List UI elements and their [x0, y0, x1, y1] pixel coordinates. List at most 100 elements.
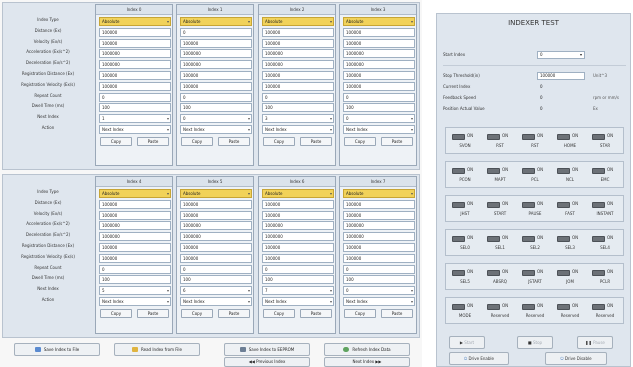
- copy-button[interactable]: Copy: [344, 308, 376, 318]
- registration-velocity-input[interactable]: 100000: [343, 253, 415, 263]
- deceleration-input[interactable]: 1000000: [343, 232, 415, 242]
- next-index-select[interactable]: 6 ▾: [180, 286, 252, 296]
- start-button[interactable]: ▶ Start: [449, 336, 485, 349]
- action-select[interactable]: Next Index ▾: [180, 297, 252, 306]
- acceleration-input[interactable]: 1000000: [99, 221, 171, 231]
- dwell-time-input[interactable]: 100: [343, 275, 415, 285]
- registration-distance-input[interactable]: 100000: [180, 243, 252, 252]
- index-type-select[interactable]: Absolute ▾: [180, 189, 252, 198]
- action-select[interactable]: Next Index ▾: [99, 297, 171, 306]
- repeat-count-input[interactable]: 0: [262, 92, 334, 102]
- pause-button[interactable]: ❚❚ Pause: [577, 336, 613, 349]
- save-index-to-eeprom-button[interactable]: Save Index to EEPROM: [224, 343, 310, 356]
- velocity-input[interactable]: 100000: [180, 210, 252, 220]
- repeat-count-input[interactable]: 0: [99, 264, 171, 274]
- deceleration-input[interactable]: 1000000: [262, 232, 334, 242]
- paste-button[interactable]: Paste: [381, 136, 413, 146]
- read-index-from-file-button[interactable]: Read Index from File: [114, 343, 200, 356]
- dwell-time-input[interactable]: 100: [99, 103, 171, 113]
- next-index-select[interactable]: 0 ▾: [343, 286, 415, 296]
- registration-velocity-input[interactable]: 100000: [262, 253, 334, 263]
- distance-input[interactable]: 100000: [99, 27, 171, 37]
- index-type-select[interactable]: Absolute ▾: [262, 17, 334, 26]
- paste-button[interactable]: Paste: [218, 308, 250, 318]
- next-index-select[interactable]: 5 ▾: [99, 286, 171, 296]
- deceleration-input[interactable]: 1000000: [262, 60, 334, 70]
- deceleration-input[interactable]: 1000000: [99, 232, 171, 242]
- action-select[interactable]: Next Index ▾: [343, 125, 415, 134]
- index-type-select[interactable]: Absolute ▾: [99, 17, 171, 26]
- deceleration-input[interactable]: 1000000: [99, 60, 171, 70]
- index-type-select[interactable]: Absolute ▾: [343, 17, 415, 26]
- repeat-count-input[interactable]: 0: [99, 92, 171, 102]
- acceleration-input[interactable]: 1000000: [262, 49, 334, 59]
- next-index-select[interactable]: 1 ▾: [99, 114, 171, 124]
- index-type-select[interactable]: Absolute ▾: [343, 189, 415, 198]
- index-type-select[interactable]: Absolute ▾: [262, 189, 334, 198]
- dwell-time-input[interactable]: 100: [180, 275, 252, 285]
- registration-distance-input[interactable]: 100000: [180, 71, 252, 80]
- acceleration-input[interactable]: 1000000: [343, 221, 415, 231]
- distance-input[interactable]: 0: [180, 27, 252, 37]
- paste-button[interactable]: Paste: [381, 308, 413, 318]
- next-index-select[interactable]: 7 ▾: [262, 286, 334, 296]
- dwell-time-input[interactable]: 100: [180, 103, 252, 113]
- next-index-select[interactable]: 0 ▾: [343, 114, 415, 124]
- registration-velocity-input[interactable]: 100000: [180, 81, 252, 91]
- deceleration-input[interactable]: 1000000: [180, 60, 252, 70]
- registration-velocity-input[interactable]: 100000: [262, 81, 334, 91]
- action-select[interactable]: Next Index ▾: [99, 125, 171, 134]
- action-select[interactable]: Next Index ▾: [343, 297, 415, 306]
- registration-velocity-input[interactable]: 100000: [99, 81, 171, 91]
- paste-button[interactable]: Paste: [137, 136, 169, 146]
- previous-index-button[interactable]: ◀◀ Previous Index: [224, 357, 310, 367]
- distance-input[interactable]: 100000: [343, 199, 415, 209]
- paste-button[interactable]: Paste: [218, 136, 250, 146]
- repeat-count-input[interactable]: 0: [180, 264, 252, 274]
- deceleration-input[interactable]: 1000000: [180, 232, 252, 242]
- copy-button[interactable]: Copy: [181, 308, 213, 318]
- registration-distance-input[interactable]: 100000: [99, 71, 171, 80]
- repeat-count-input[interactable]: 0: [343, 92, 415, 102]
- distance-input[interactable]: 100000: [262, 199, 334, 209]
- velocity-input[interactable]: 100000: [262, 210, 334, 220]
- paste-button[interactable]: Paste: [300, 308, 332, 318]
- action-select[interactable]: Next Index ▾: [262, 297, 334, 306]
- velocity-input[interactable]: 100000: [343, 210, 415, 220]
- copy-button[interactable]: Copy: [263, 308, 295, 318]
- index-type-select[interactable]: Absolute ▾: [180, 17, 252, 26]
- save-index-to-file-button[interactable]: Save Index to File: [14, 343, 100, 356]
- acceleration-input[interactable]: 1000000: [180, 49, 252, 59]
- acceleration-input[interactable]: 1000000: [99, 49, 171, 59]
- registration-distance-input[interactable]: 100000: [262, 243, 334, 252]
- registration-velocity-input[interactable]: 100000: [180, 253, 252, 263]
- action-select[interactable]: Next Index ▾: [262, 125, 334, 134]
- paste-button[interactable]: Paste: [137, 308, 169, 318]
- repeat-count-input[interactable]: 0: [262, 264, 334, 274]
- drive-disable-button[interactable]: ⏻ Drive Disable: [545, 352, 607, 365]
- next-index-button[interactable]: Next Index ▶▶: [324, 357, 410, 367]
- acceleration-input[interactable]: 1000000: [343, 49, 415, 59]
- copy-button[interactable]: Copy: [344, 136, 376, 146]
- registration-distance-input[interactable]: 100000: [343, 243, 415, 252]
- deceleration-input[interactable]: 1000000: [343, 60, 415, 70]
- paste-button[interactable]: Paste: [300, 136, 332, 146]
- velocity-input[interactable]: 100000: [99, 38, 171, 48]
- distance-input[interactable]: 100000: [262, 27, 334, 37]
- acceleration-input[interactable]: 1000000: [180, 221, 252, 231]
- stop-threshold-input[interactable]: 100000: [537, 72, 585, 80]
- distance-input[interactable]: 100000: [99, 199, 171, 209]
- index-type-select[interactable]: Absolute ▾: [99, 189, 171, 198]
- next-index-select[interactable]: 0 ▾: [180, 114, 252, 124]
- drive-enable-button[interactable]: ⏻ Drive Enable: [449, 352, 509, 365]
- velocity-input[interactable]: 100000: [180, 38, 252, 48]
- registration-velocity-input[interactable]: 100000: [99, 253, 171, 263]
- start-index-select[interactable]: 0 ▾: [537, 51, 585, 59]
- copy-button[interactable]: Copy: [100, 136, 132, 146]
- dwell-time-input[interactable]: 100: [262, 275, 334, 285]
- registration-distance-input[interactable]: 100000: [343, 71, 415, 80]
- dwell-time-input[interactable]: 100: [99, 275, 171, 285]
- copy-button[interactable]: Copy: [100, 308, 132, 318]
- distance-input[interactable]: 100000: [343, 27, 415, 37]
- dwell-time-input[interactable]: 100: [343, 103, 415, 113]
